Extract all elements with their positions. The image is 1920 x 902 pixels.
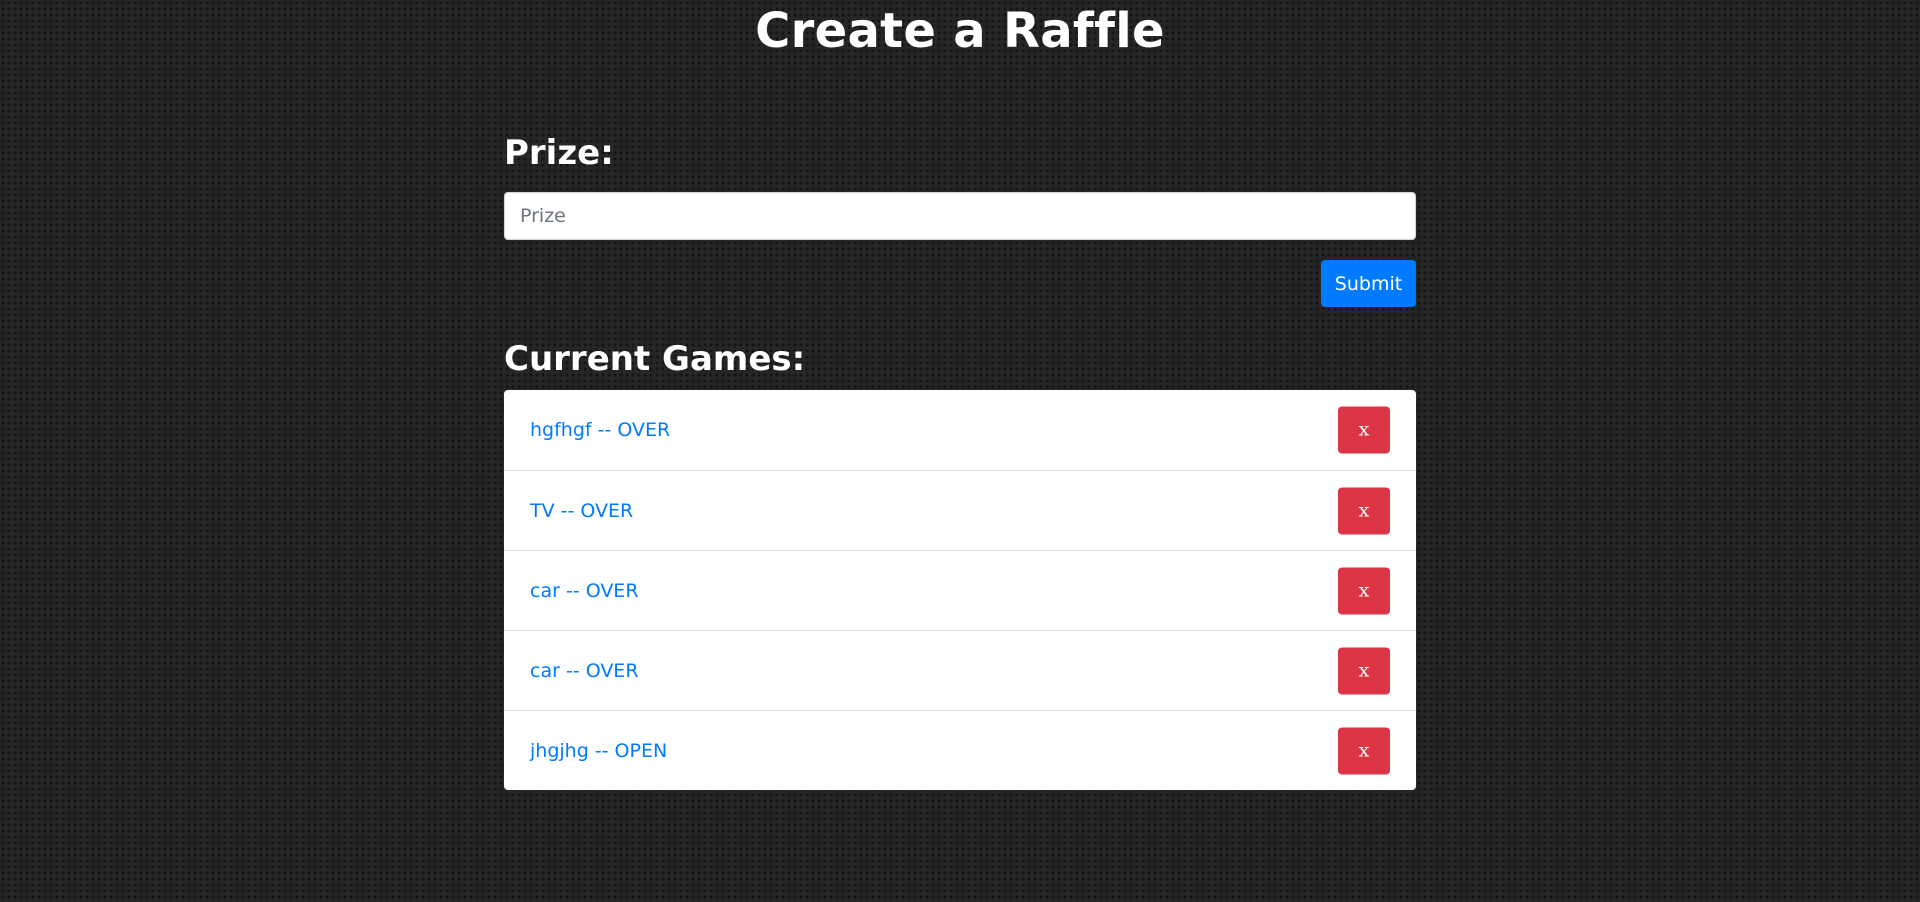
game-link[interactable]: TV -- OVER bbox=[530, 500, 633, 522]
current-games-heading: Current Games: bbox=[504, 339, 806, 379]
delete-game-button[interactable]: x bbox=[1338, 727, 1390, 774]
game-row: car -- OVER x bbox=[504, 550, 1416, 630]
page-title: Create a Raffle bbox=[755, 3, 1165, 59]
game-row: car -- OVER x bbox=[504, 630, 1416, 710]
game-row: TV -- OVER x bbox=[504, 470, 1416, 550]
game-link[interactable]: car -- OVER bbox=[530, 580, 639, 602]
delete-game-button[interactable]: x bbox=[1338, 567, 1390, 614]
prize-input[interactable] bbox=[504, 192, 1416, 240]
delete-game-button[interactable]: x bbox=[1338, 487, 1390, 534]
delete-game-button[interactable]: x bbox=[1338, 406, 1390, 454]
game-row: hgfhgf -- OVER x bbox=[504, 390, 1416, 470]
game-row: jhgjhg -- OPEN x bbox=[504, 710, 1416, 790]
games-list: hgfhgf -- OVER x TV -- OVER x car -- OVE… bbox=[504, 390, 1416, 790]
delete-game-button[interactable]: x bbox=[1338, 647, 1390, 694]
game-link[interactable]: jhgjhg -- OPEN bbox=[530, 740, 667, 762]
game-link[interactable]: hgfhgf -- OVER bbox=[530, 419, 670, 441]
game-link[interactable]: car -- OVER bbox=[530, 660, 639, 682]
prize-label: Prize: bbox=[504, 133, 614, 173]
submit-button[interactable]: Submit bbox=[1321, 260, 1416, 307]
